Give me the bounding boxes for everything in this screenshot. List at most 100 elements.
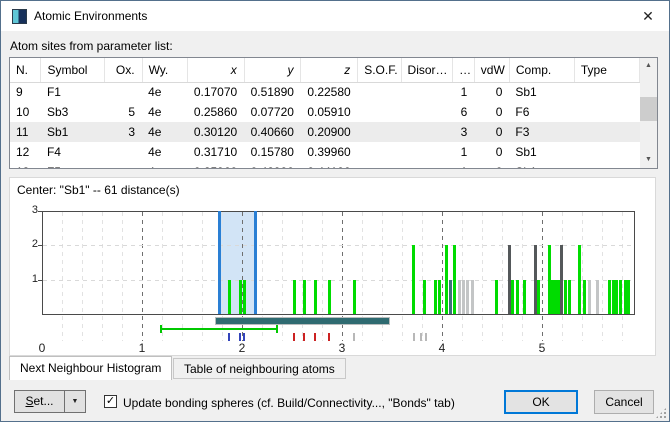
cell: F3 — [509, 122, 574, 142]
cell: 4e — [142, 102, 187, 122]
table-row[interactable]: 12F44e0.317100.157800.3996010Sb1 — [10, 142, 640, 162]
histogram-bar[interactable] — [615, 280, 618, 314]
histogram-bar[interactable] — [511, 280, 514, 314]
histogram-bar[interactable] — [239, 280, 242, 314]
column-header-type[interactable]: Type — [574, 58, 639, 82]
column-header-wy[interactable]: Wy. — [142, 58, 187, 82]
column-header-disor[interactable]: Disor… — [401, 58, 453, 82]
histogram-bar[interactable] — [434, 280, 437, 314]
close-icon[interactable]: ✕ — [635, 6, 661, 26]
table-row[interactable]: 10Sb354e0.258600.077200.0591060F6 — [10, 102, 640, 122]
histogram-bar[interactable] — [353, 280, 356, 314]
update-bonding-spheres-checkbox[interactable]: ✓ — [104, 395, 117, 408]
histogram-bar[interactable] — [523, 280, 526, 314]
selection-boundary-line[interactable] — [218, 211, 221, 314]
next-neighbour-histogram[interactable]: 123012345 — [10, 178, 655, 355]
selected-range-line[interactable] — [161, 328, 277, 330]
scroll-down-icon[interactable]: ▼ — [640, 152, 657, 168]
histogram-bar[interactable] — [314, 280, 317, 314]
chevron-down-icon[interactable]: ▼ — [64, 391, 85, 412]
histogram-bar[interactable] — [462, 280, 465, 314]
histogram-bar[interactable] — [328, 280, 331, 314]
histogram-bar[interactable] — [423, 280, 426, 314]
column-header-symbol[interactable]: Symbol — [41, 58, 105, 82]
histogram-bar[interactable] — [578, 245, 581, 314]
column-header-vdw[interactable]: vdW — [474, 58, 509, 82]
column-header-z[interactable]: z — [301, 58, 358, 82]
cell: Sb3 — [41, 102, 105, 122]
histogram-bar[interactable] — [438, 280, 441, 314]
distance-tick-mark — [413, 333, 415, 341]
column-header-comp[interactable]: Comp. — [509, 58, 574, 82]
cell — [105, 162, 142, 169]
gridline-vertical — [162, 212, 163, 341]
histogram-bar[interactable] — [458, 280, 461, 314]
histogram-bar[interactable] — [471, 280, 474, 314]
histogram-bar[interactable] — [495, 280, 498, 314]
tab-label: Next Neighbour Histogram — [20, 361, 161, 375]
column-header-x[interactable]: x — [187, 58, 244, 82]
selection-region[interactable] — [219, 211, 255, 314]
table-row[interactable]: 11Sb134e0.301200.406600.2090030F3 — [10, 122, 640, 142]
scrollbar-thumb[interactable] — [640, 97, 657, 121]
column-header-n[interactable]: N. — [10, 58, 41, 82]
x-axis-line — [42, 314, 634, 315]
table-row[interactable]: 13F54e0.259600.429900.4419010Sb1 — [10, 162, 640, 169]
histogram-bar[interactable] — [453, 245, 456, 314]
cell: 0 — [474, 102, 509, 122]
cell — [105, 142, 142, 162]
column-header-ox[interactable]: Ox. — [105, 58, 142, 82]
set-button[interactable]: Set... ▼ — [14, 390, 86, 413]
cell — [358, 82, 401, 102]
cell: 3 — [105, 122, 142, 142]
resize-grip[interactable] — [655, 407, 667, 419]
column-header-y[interactable]: y — [244, 58, 301, 82]
cell: 12 — [10, 142, 41, 162]
histogram-bar[interactable] — [608, 280, 611, 314]
table-scrollbar[interactable]: ▲ ▼ — [640, 58, 657, 168]
histogram-bar[interactable] — [627, 280, 630, 314]
column-header-[interactable]: … — [453, 58, 475, 82]
bonding-sphere-range-bar[interactable] — [215, 317, 390, 325]
histogram-bar[interactable] — [466, 280, 469, 314]
histogram-bar[interactable] — [588, 280, 591, 314]
histogram-bar[interactable] — [568, 280, 571, 314]
cancel-button[interactable]: Cancel — [594, 390, 654, 414]
histogram-bar[interactable] — [560, 245, 563, 314]
column-header-sof[interactable]: S.O.F. — [358, 58, 401, 82]
histogram-bar[interactable] — [596, 280, 599, 314]
histogram-bar[interactable] — [412, 245, 415, 314]
scroll-up-icon[interactable]: ▲ — [640, 58, 657, 74]
histogram-bar[interactable] — [449, 280, 452, 314]
histogram-bar[interactable] — [583, 280, 586, 314]
histogram-bar[interactable] — [516, 280, 519, 314]
y-axis-line — [42, 211, 43, 314]
cell: 4e — [142, 162, 187, 169]
cell: 0.17070 — [187, 82, 244, 102]
cell — [574, 162, 639, 169]
histogram-bar[interactable] — [537, 280, 540, 314]
table-row[interactable]: 9F14e0.170700.518900.2258010Sb1 — [10, 82, 640, 102]
cell: 0.15780 — [244, 142, 301, 162]
cell: Sb1 — [509, 82, 574, 102]
plot-frame-top — [42, 211, 634, 212]
distance-tick-mark — [420, 333, 422, 341]
ok-button[interactable]: OK — [504, 390, 578, 414]
y-axis-tick-label: 2 — [20, 238, 38, 250]
histogram-bar[interactable] — [303, 280, 306, 314]
cell: 0.20900 — [301, 122, 358, 142]
window-title: Atomic Environments — [34, 9, 147, 23]
histogram-bar[interactable] — [445, 245, 448, 314]
tab-table-of-neighbouring-atoms[interactable]: Table of neighbouring atoms — [173, 358, 346, 379]
histogram-bar[interactable] — [293, 280, 296, 314]
tab-next-neighbour-histogram[interactable]: Next Neighbour Histogram — [9, 356, 172, 380]
histogram-bar[interactable] — [564, 280, 567, 314]
histogram-bar[interactable] — [243, 280, 246, 314]
histogram-bar[interactable] — [619, 280, 622, 314]
histogram-bar[interactable] — [228, 280, 231, 314]
cell: 0.51890 — [244, 82, 301, 102]
update-bonding-spheres-label: Update bonding spheres (cf. Build/Connec… — [123, 396, 455, 410]
selection-boundary-line[interactable] — [254, 211, 257, 314]
gridline-horizontal — [43, 245, 634, 246]
gridline-vertical — [542, 212, 543, 341]
